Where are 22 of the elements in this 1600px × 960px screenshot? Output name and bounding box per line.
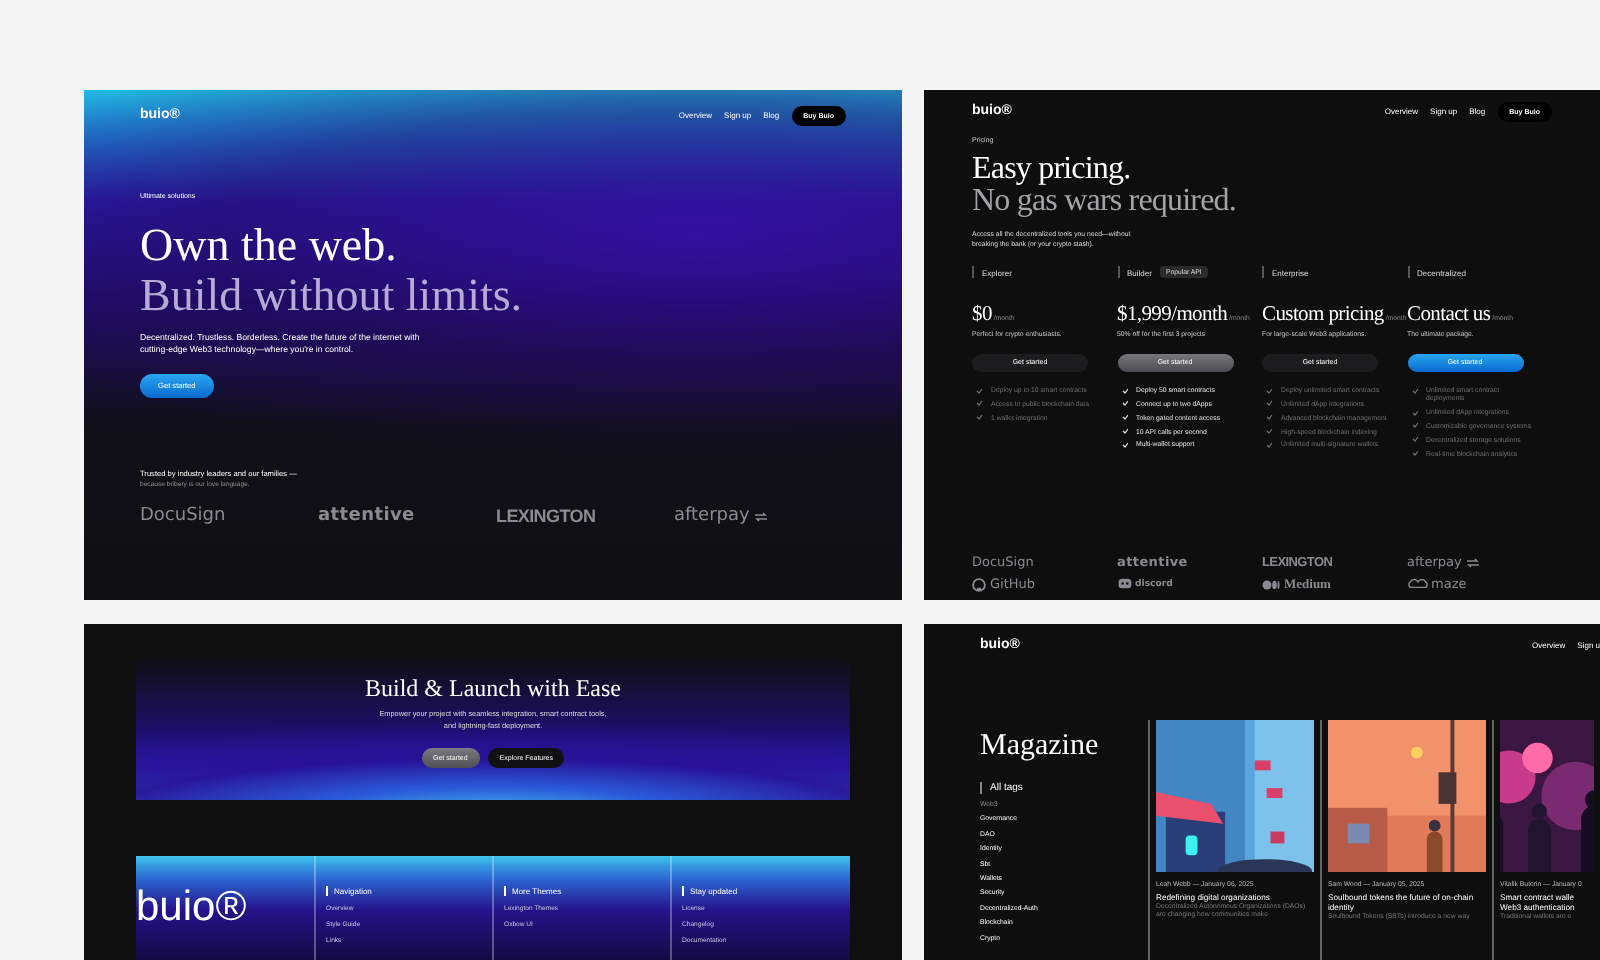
page-title: Magazine [980, 728, 1101, 766]
ellipses-icon [1262, 579, 1280, 589]
brand-logo: LEXINGTON [496, 506, 596, 526]
plan-price: Contact us [1407, 304, 1491, 327]
arrows-icon [1465, 557, 1480, 567]
controller-icon [1117, 578, 1131, 590]
plan-price: Custom pricing [1262, 304, 1384, 327]
check-icon [1411, 387, 1418, 394]
round-logo-icon [972, 577, 986, 591]
arrows-icon [753, 511, 768, 521]
footer-logo: buio® [136, 884, 247, 932]
loops-icon [1407, 578, 1427, 590]
headline: Own the web. [140, 220, 399, 270]
plan-price: $0 [972, 304, 992, 327]
brand-logo: DocuSign [140, 506, 226, 526]
cta-title: Build & Launch with Ease [365, 674, 621, 704]
brand-logo: attentive [318, 506, 415, 526]
headline: Build without limits. [140, 270, 525, 320]
plan-price: $1,999/month [1117, 304, 1228, 327]
brand-logo: afterpay [674, 506, 750, 526]
headline: No gas wars required. [972, 186, 1238, 218]
headline: Easy pricing. [972, 154, 1133, 186]
